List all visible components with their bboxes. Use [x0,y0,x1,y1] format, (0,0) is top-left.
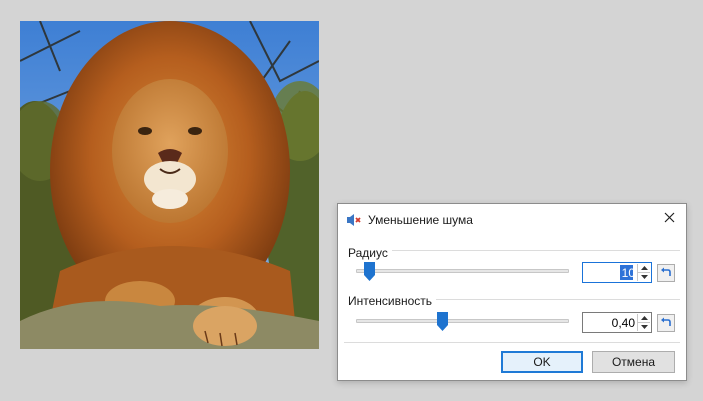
dialog-title: Уменьшение шума [368,213,473,227]
radius-label: Радиус [348,246,388,260]
radius-slider-track[interactable] [356,269,569,273]
lion-image [20,21,319,349]
intensity-divider [436,299,680,300]
intensity-decrement-button[interactable] [637,322,650,331]
intensity-input[interactable] [585,315,635,330]
arrow-up-icon [640,266,648,270]
radius-decrement-button[interactable] [637,272,650,281]
undo-icon [660,316,672,330]
intensity-slider-thumb[interactable] [437,312,448,331]
radius-spinbox[interactable] [582,262,652,283]
arrow-down-icon [640,325,648,329]
radius-increment-button[interactable] [637,264,650,272]
buttons-divider [344,342,680,343]
radius-spin-arrows [637,264,650,281]
speaker-mute-icon [346,212,362,228]
lion-photo [20,21,319,349]
arrow-up-icon [640,316,648,320]
cancel-button[interactable]: Отмена [592,351,675,373]
noise-reduction-dialog: Уменьшение шума Радиус 10 Интенсивность … [337,203,687,381]
radius-slider-thumb[interactable] [364,262,375,281]
intensity-increment-button[interactable] [637,314,650,322]
intensity-slider-track[interactable] [356,319,569,323]
intensity-spin-arrows [637,314,650,331]
undo-icon [660,266,672,280]
intensity-label: Интенсивность [348,294,433,308]
intensity-reset-button[interactable] [657,314,675,332]
radius-divider [392,250,680,251]
arrow-down-icon [640,275,648,279]
ok-button[interactable]: OK [501,351,583,373]
radius-input[interactable] [585,265,635,280]
radius-reset-button[interactable] [657,264,675,282]
close-icon [664,212,675,226]
intensity-spinbox[interactable] [582,312,652,333]
close-button[interactable] [658,209,680,229]
dialog-titlebar[interactable]: Уменьшение шума [338,204,686,234]
